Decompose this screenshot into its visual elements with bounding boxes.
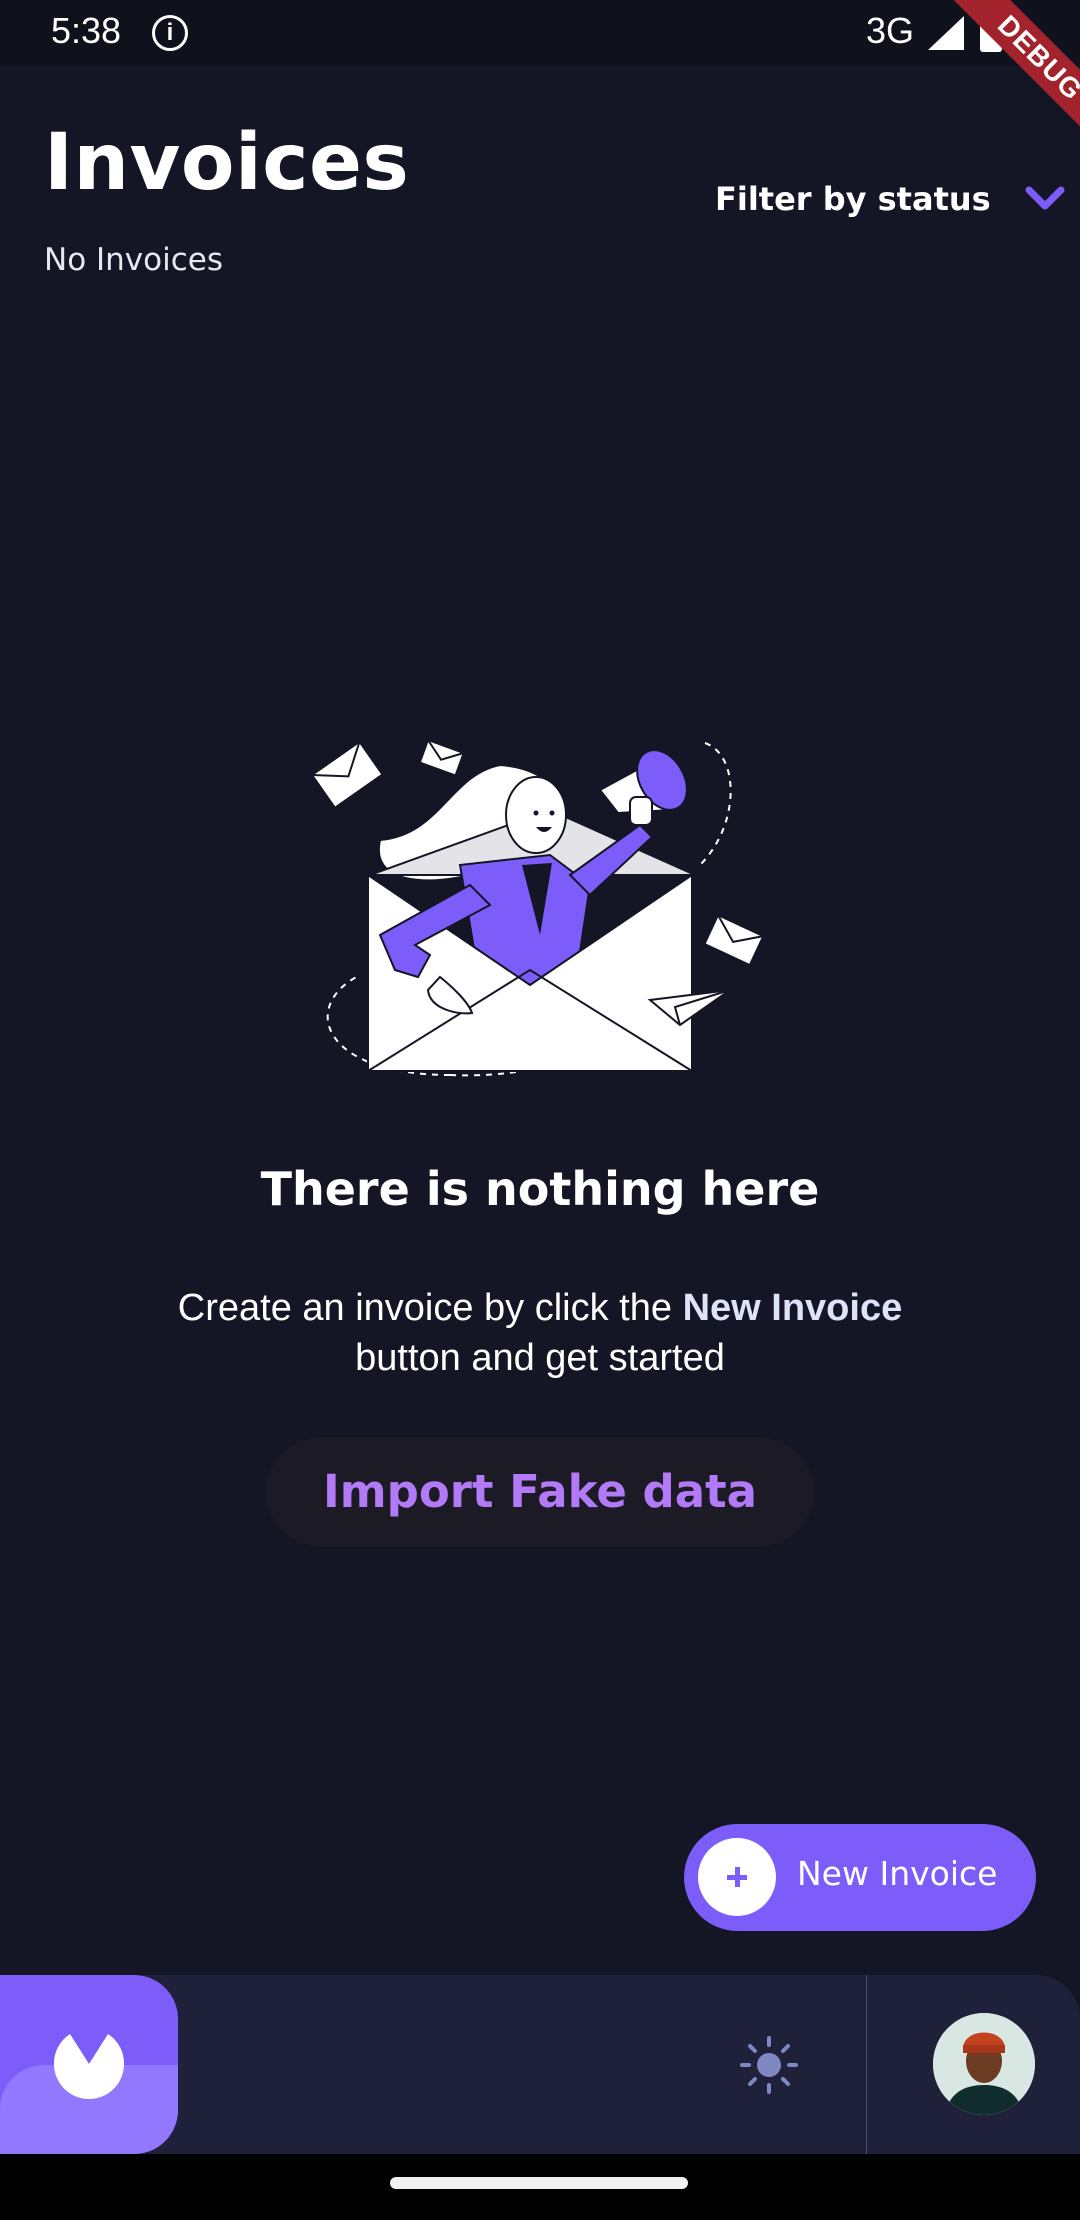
new-invoice-button[interactable]: New Invoice	[684, 1824, 1036, 1931]
filter-label: Filter by status	[715, 180, 991, 218]
system-navigation-bar	[0, 2154, 1080, 2220]
new-invoice-label: New Invoice	[797, 1854, 998, 1893]
status-time: 5:38	[51, 10, 122, 51]
bottom-app-bar	[0, 1975, 1080, 2154]
signal-icon	[928, 16, 964, 50]
plus-icon	[698, 1838, 776, 1916]
empty-state-title: There is nothing here	[260, 1162, 820, 1216]
empty-state-description: Create an invoice by click the New Invoi…	[140, 1283, 940, 1383]
import-fake-data-button[interactable]: Import Fake data	[266, 1437, 814, 1547]
user-avatar[interactable]	[933, 2013, 1035, 2115]
network-type: 3G	[866, 10, 915, 51]
logo-icon	[53, 2034, 125, 2099]
bar-divider	[866, 1975, 867, 2154]
chevron-down-icon	[1025, 186, 1065, 210]
home-indicator[interactable]	[390, 2177, 688, 2189]
description-text-end: button and get started	[355, 1337, 725, 1379]
description-highlight: New Invoice	[682, 1287, 903, 1329]
empty-state-illustration	[310, 738, 765, 1077]
filter-by-status-dropdown[interactable]: Filter by status	[715, 180, 1065, 218]
description-text-start: Create an invoice by click the	[177, 1287, 683, 1329]
sun-icon[interactable]	[739, 2035, 799, 2095]
invoice-count: No Invoices	[44, 242, 223, 278]
app-logo[interactable]	[0, 1975, 178, 2154]
page-title: Invoices	[44, 118, 410, 208]
avatar-portrait	[933, 2013, 1035, 2115]
info-icon: i	[152, 15, 188, 51]
status-bar: 5:38 i 3G	[0, 0, 1080, 66]
